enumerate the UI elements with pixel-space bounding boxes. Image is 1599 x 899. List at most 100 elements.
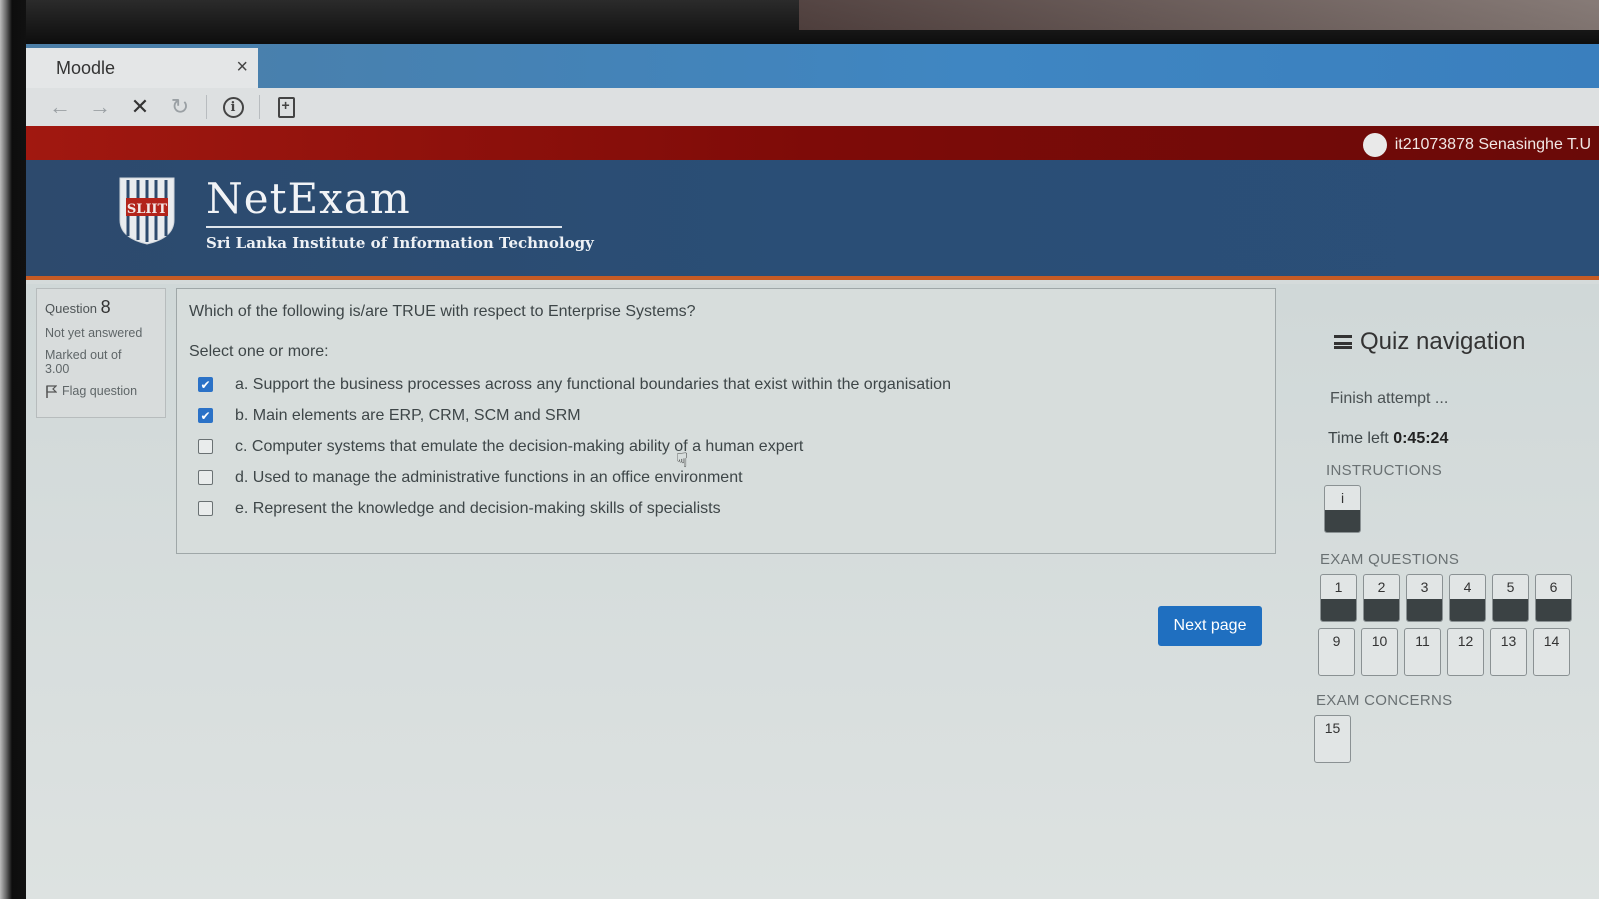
forward-arrow-icon[interactable]: → xyxy=(80,92,120,122)
exam-questions-heading: EXAM QUESTIONS xyxy=(1320,551,1460,568)
quiz-nav-question-number: 5 xyxy=(1506,579,1515,595)
quiz-nav-question-button[interactable]: 10 xyxy=(1361,628,1398,676)
quiz-nav-question-number: 2 xyxy=(1377,579,1386,595)
quiz-nav-question-button[interactable]: 14 xyxy=(1533,628,1570,676)
quiz-content: Question 8 Not yet answered Marked out o… xyxy=(26,284,1599,899)
marks-value: 3.00 xyxy=(45,362,70,376)
answer-option[interactable]: c. Computer systems that emulate the dec… xyxy=(189,431,1263,462)
quiz-nav-question-button[interactable]: 15 xyxy=(1314,715,1351,763)
quiz-nav-question-number: 9 xyxy=(1332,633,1341,649)
time-value: 0:45:24 xyxy=(1393,430,1449,447)
flag-icon xyxy=(46,384,57,398)
answer-option-label: b. Main elements are ERP, CRM, SCM and S… xyxy=(235,406,581,424)
close-tab-icon[interactable]: × xyxy=(236,56,248,79)
menu-icon xyxy=(1334,335,1352,349)
quiz-navigation-panel: Quiz navigation Finish attempt ... Time … xyxy=(1314,300,1599,800)
answer-option-label: c. Computer systems that emulate the dec… xyxy=(235,437,804,455)
brand-name: NetExam xyxy=(206,174,411,223)
question-number: Question 8 xyxy=(45,297,157,318)
quiz-nav-question-button[interactable]: 12 xyxy=(1447,628,1484,676)
background-wall xyxy=(799,0,1599,30)
next-page-button[interactable]: Next page xyxy=(1158,606,1262,646)
answer-option-label: e. Represent the knowledge and decision-… xyxy=(235,499,721,517)
question-number-value: 8 xyxy=(100,297,111,317)
quiz-nav-question-button[interactable]: 9 xyxy=(1318,628,1355,676)
quiz-nav-question-number: 6 xyxy=(1549,579,1558,595)
question-info-panel: Question 8 Not yet answered Marked out o… xyxy=(36,288,166,418)
quiz-nav-status-bar xyxy=(1319,653,1354,675)
site-info-button[interactable]: i xyxy=(213,92,253,122)
time-label: Time left xyxy=(1328,430,1389,447)
quiz-nav-status-bar xyxy=(1536,599,1571,621)
quiz-nav-title: Quiz navigation xyxy=(1334,328,1599,356)
answer-option[interactable]: e. Represent the knowledge and decision-… xyxy=(189,493,1263,524)
quiz-nav-question-button[interactable]: i xyxy=(1324,485,1361,533)
quiz-nav-question-button[interactable]: 2 xyxy=(1363,574,1400,622)
quiz-nav-question-button[interactable]: 6 xyxy=(1535,574,1572,622)
quiz-nav-status-bar xyxy=(1315,740,1350,762)
answer-option-label: a. Support the business processes across… xyxy=(235,375,951,393)
tab-title: Moodle xyxy=(56,57,116,78)
quiz-nav-question-number: i xyxy=(1340,490,1345,506)
answer-checkbox[interactable] xyxy=(198,501,213,516)
quiz-nav-status-bar xyxy=(1321,599,1356,621)
sliit-crest-logo: SLIIT xyxy=(119,177,175,245)
page-action-button[interactable] xyxy=(266,92,306,122)
quiz-nav-status-bar xyxy=(1407,599,1442,621)
answer-option-label: d. Used to manage the administrative fun… xyxy=(235,468,743,486)
toolbar-divider xyxy=(206,95,207,119)
quiz-nav-question-number: 15 xyxy=(1324,720,1341,736)
brand-divider xyxy=(206,226,562,228)
site-header: SLIIT NetExam Sri Lanka Institute of Inf… xyxy=(26,160,1599,280)
quiz-nav-question-number: 1 xyxy=(1334,579,1343,595)
answer-option[interactable]: ✔ b. Main elements are ERP, CRM, SCM and … xyxy=(189,400,1263,431)
quiz-nav-status-bar xyxy=(1405,653,1440,675)
quiz-nav-question-button[interactable]: 5 xyxy=(1492,574,1529,622)
reload-icon[interactable]: ↻ xyxy=(160,92,200,122)
quiz-nav-status-bar xyxy=(1364,599,1399,621)
answer-checkbox[interactable]: ✔ xyxy=(198,377,213,392)
quiz-nav-question-button[interactable]: 4 xyxy=(1449,574,1486,622)
quiz-nav-question-button[interactable]: 13 xyxy=(1490,628,1527,676)
quiz-nav-question-number: 11 xyxy=(1415,633,1430,649)
quiz-nav-status-bar xyxy=(1325,510,1360,532)
question-box: Which of the following is/are TRUE with … xyxy=(176,288,1276,554)
answer-checkbox[interactable] xyxy=(198,439,213,454)
answer-checkbox[interactable]: ✔ xyxy=(198,408,213,423)
exam-questions-row-2: 9 10 11 12 13 14 xyxy=(1318,628,1599,676)
answer-option[interactable]: d. Used to manage the administrative fun… xyxy=(189,462,1263,493)
answer-prompt: Select one or more: xyxy=(189,343,329,360)
quiz-nav-question-button[interactable]: 1 xyxy=(1320,574,1357,622)
quiz-nav-question-number: 13 xyxy=(1500,633,1517,649)
toolbar-divider xyxy=(259,95,260,119)
document-icon xyxy=(277,96,295,118)
tab-bar: Moodle × xyxy=(26,44,1599,88)
quiz-nav-status-bar xyxy=(1448,653,1483,675)
brand-subtitle: Sri Lanka Institute of Information Techn… xyxy=(206,234,594,252)
info-icon: i xyxy=(222,96,244,118)
user-menu[interactable]: it21073878 Senasinghe T.U xyxy=(1362,133,1591,157)
exam-concerns-buttons: 15 xyxy=(1314,715,1599,763)
quiz-nav-status-bar xyxy=(1493,599,1528,621)
quiz-nav-question-button[interactable]: 3 xyxy=(1406,574,1443,622)
answer-checkbox[interactable] xyxy=(198,470,213,485)
browser-tab[interactable]: Moodle × xyxy=(26,48,258,88)
quiz-nav-question-number: 3 xyxy=(1420,579,1429,595)
stop-loading-icon[interactable]: ✕ xyxy=(120,92,160,122)
avatar xyxy=(1362,133,1387,157)
instructions-heading: INSTRUCTIONS xyxy=(1326,462,1443,479)
time-left: Time left 0:45:24 xyxy=(1328,430,1599,448)
question-marks: Marked out of 3.00 xyxy=(45,348,157,376)
back-arrow-icon[interactable]: ← xyxy=(40,92,80,122)
flag-question-link[interactable]: Flag question xyxy=(45,384,157,398)
marks-label: Marked out of xyxy=(45,348,122,362)
monitor-bezel-top xyxy=(0,0,1599,46)
quiz-nav-question-number: 14 xyxy=(1543,633,1560,649)
top-user-bar: it21073878 Senasinghe T.U xyxy=(26,126,1599,160)
quiz-nav-question-button[interactable]: 11 xyxy=(1404,628,1441,676)
answer-option[interactable]: ✔ a. Support the business processes acros… xyxy=(189,369,1263,400)
monitor-bezel-left xyxy=(0,0,26,899)
browser-screen: Moodle × ← → ✕ ↻ i it21073878 Senasinghe… xyxy=(26,44,1599,899)
finish-attempt-link[interactable]: Finish attempt ... xyxy=(1330,390,1599,408)
flag-label: Flag question xyxy=(62,384,138,398)
